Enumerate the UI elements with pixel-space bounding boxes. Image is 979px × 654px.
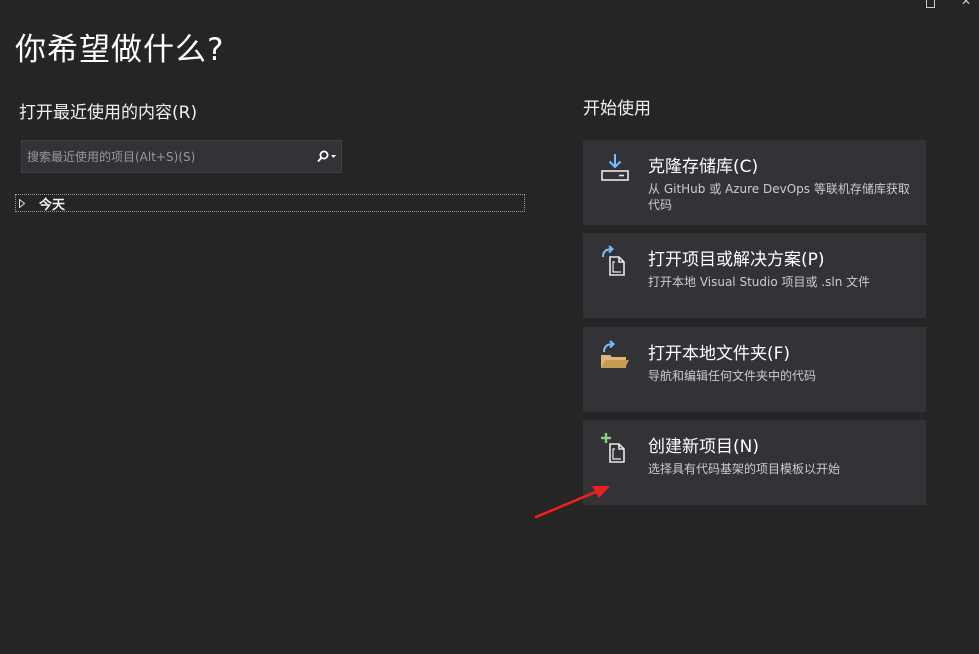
recent-search-input[interactable] bbox=[22, 140, 311, 173]
start-window: ✕ 你希望做什么? 打开最近使用的内容(R) 今天 开始使用 克隆存 bbox=[0, 0, 979, 654]
start-section-title: 开始使用 bbox=[583, 99, 651, 119]
new-project-icon bbox=[601, 433, 625, 463]
open-project-card[interactable]: 打开项目或解决方案(P) 打开本地 Visual Studio 项目或 .sln… bbox=[583, 233, 926, 318]
card-title: 克隆存储库(C) bbox=[648, 157, 759, 177]
chevron-down-icon bbox=[330, 155, 336, 158]
restore-icon[interactable] bbox=[925, 0, 935, 8]
card-description: 选择具有代码基架的项目模板以开始 bbox=[648, 462, 841, 476]
card-title: 打开项目或解决方案(P) bbox=[648, 250, 825, 270]
clone-download-icon bbox=[601, 154, 629, 181]
search-icon bbox=[316, 150, 328, 163]
card-title: 打开本地文件夹(F) bbox=[648, 344, 791, 364]
group-label: 今天 bbox=[39, 197, 66, 213]
card-description: 从 GitHub 或 Azure DevOps 等联机存储库获取代码 bbox=[648, 182, 910, 212]
open-project-icon bbox=[602, 245, 625, 276]
window-controls: ✕ bbox=[925, 0, 971, 8]
open-folder-icon bbox=[601, 340, 629, 368]
close-icon[interactable]: ✕ bbox=[961, 0, 971, 7]
recent-group-today[interactable]: 今天 bbox=[15, 194, 525, 213]
recent-search-box[interactable] bbox=[21, 140, 342, 173]
expand-triangle-icon[interactable] bbox=[19, 198, 25, 208]
clone-repository-card[interactable]: 克隆存储库(C) 从 GitHub 或 Azure DevOps 等联机存储库获… bbox=[583, 140, 926, 225]
page-title: 你希望做什么? bbox=[15, 32, 225, 68]
recent-section-title: 打开最近使用的内容(R) bbox=[19, 103, 198, 123]
search-button[interactable] bbox=[311, 141, 341, 172]
annotation-arrow-icon bbox=[534, 486, 610, 519]
card-title: 创建新项目(N) bbox=[648, 437, 759, 457]
card-description: 导航和编辑任何文件夹中的代码 bbox=[648, 369, 817, 383]
open-folder-card[interactable]: 打开本地文件夹(F) 导航和编辑任何文件夹中的代码 bbox=[583, 327, 926, 412]
card-description: 打开本地 Visual Studio 项目或 .sln 文件 bbox=[648, 275, 871, 289]
create-new-project-card[interactable]: 创建新项目(N) 选择具有代码基架的项目模板以开始 bbox=[583, 420, 926, 505]
